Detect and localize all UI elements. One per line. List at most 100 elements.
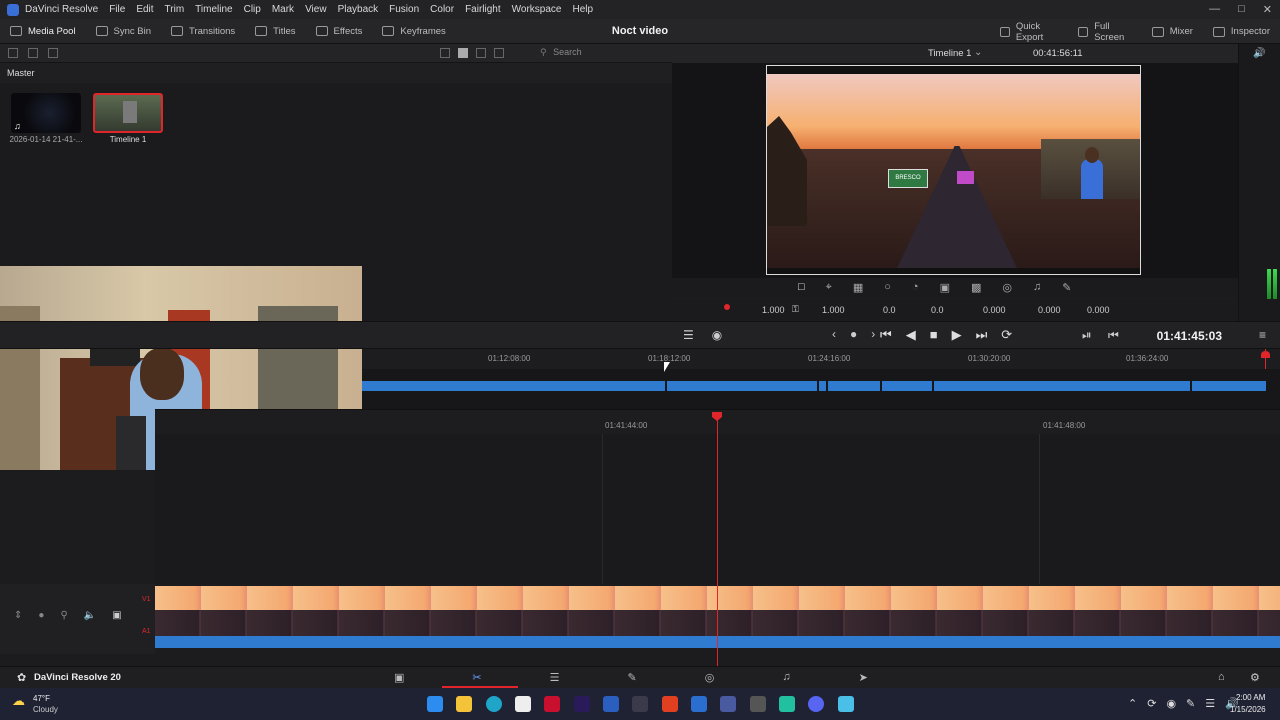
pos-y-value[interactable]: 0.0	[931, 305, 944, 315]
timeline-clip[interactable]	[667, 381, 817, 391]
toolbar-media-pool-button[interactable]: Media Pool	[0, 19, 86, 44]
toolbar-sync-bin-button[interactable]: Sync Bin	[86, 19, 162, 44]
detail-view-icon[interactable]	[494, 48, 504, 58]
clock-date[interactable]: 1/15/2026	[1230, 705, 1266, 714]
monitor-icon[interactable]: ▣	[112, 610, 121, 621]
discord-icon[interactable]	[808, 696, 824, 712]
store-icon[interactable]	[515, 696, 531, 712]
stop-button[interactable]: ■	[930, 327, 938, 343]
speaker-icon[interactable]: 🔈	[84, 610, 96, 621]
folder-app-icon[interactable]	[662, 696, 678, 712]
toolbar-effects-button[interactable]: Effects	[306, 19, 373, 44]
menu-item-color[interactable]: Color	[430, 4, 454, 15]
home-icon[interactable]: ⌂	[1218, 671, 1225, 683]
timeline-clip[interactable]	[882, 381, 932, 391]
bin-name[interactable]: Master	[7, 68, 35, 78]
app-icon[interactable]	[779, 696, 795, 712]
options-icon[interactable]: ≡	[1259, 328, 1266, 342]
clip-thumbnail-timeline[interactable]	[93, 93, 163, 133]
color-page-icon[interactable]: ◎	[705, 671, 715, 684]
fx-icon[interactable]: ✎	[1062, 281, 1071, 294]
edge-icon[interactable]	[486, 696, 502, 712]
word-icon[interactable]	[603, 696, 619, 712]
app-icon[interactable]	[720, 696, 736, 712]
cut-page-icon[interactable]: ✂	[472, 671, 481, 684]
mic-tray-icon[interactable]: ◉	[1166, 697, 1176, 710]
menu-item-timeline[interactable]: Timeline	[195, 4, 232, 15]
minimize-icon[interactable]: —	[1209, 3, 1220, 16]
davinci-taskbar-icon[interactable]	[632, 696, 648, 712]
menu-item-fairlight[interactable]: Fairlight	[465, 4, 501, 15]
menu-item-clip[interactable]: Clip	[244, 4, 261, 15]
track-move-icon[interactable]: ⇕	[14, 610, 22, 621]
bin-icon[interactable]	[48, 48, 58, 58]
file-explorer-icon[interactable]	[456, 696, 472, 712]
import-icon[interactable]	[28, 48, 38, 58]
rotation-value[interactable]: 0.000	[983, 305, 1006, 315]
deliver-page-icon[interactable]: ➤	[859, 671, 868, 684]
prev-edit-button[interactable]: ⏯	[1082, 328, 1092, 343]
app-icon[interactable]	[691, 696, 707, 712]
loop-button[interactable]: ⟳	[1001, 327, 1012, 343]
calculator-icon[interactable]	[750, 696, 766, 712]
clock-time[interactable]: 2:00 AM	[1236, 693, 1265, 702]
toolbar-titles-button[interactable]: Titles	[245, 19, 305, 44]
notepad-icon[interactable]	[838, 696, 854, 712]
chevron-up-icon[interactable]: ⌃	[1128, 697, 1137, 710]
composite-icon[interactable]: ○	[884, 281, 891, 294]
stabilize-icon[interactable]: ▣	[940, 281, 950, 294]
view-icon[interactable]	[8, 48, 18, 58]
clip-thumbnail-recording[interactable]: ♫	[11, 93, 81, 133]
chevron-down-icon[interactable]: ⌄	[974, 47, 982, 58]
menu-item-trim[interactable]: Trim	[165, 4, 185, 15]
timeline-clip[interactable]	[828, 381, 880, 391]
grid-view-icon[interactable]	[458, 48, 468, 58]
go-to-end-button[interactable]: ⏭	[976, 327, 988, 343]
prev-keyframe-icon[interactable]: ‹	[832, 327, 836, 341]
pen-icon[interactable]: ✎	[1186, 697, 1195, 710]
filmstrip-view-icon[interactable]	[476, 48, 486, 58]
lock-icon[interactable]: ⚿	[792, 304, 799, 315]
play-button[interactable]: ▶	[952, 327, 962, 343]
keyframe-icon[interactable]: ●	[850, 327, 857, 341]
pos-x-value[interactable]: 0.0	[883, 305, 896, 315]
crop-icon[interactable]: ⌖	[826, 281, 832, 294]
search-input[interactable]: ⚲ Search	[536, 47, 626, 60]
zoom-x-value[interactable]: 1.000	[762, 305, 785, 315]
transform-icon[interactable]: □	[798, 281, 805, 294]
gear-icon[interactable]: ⚙	[1250, 671, 1260, 684]
list-view-icon[interactable]	[440, 48, 450, 58]
sync-icon[interactable]: ⟳	[1147, 697, 1156, 710]
viewer-timeline-name[interactable]: Timeline 1	[928, 48, 971, 59]
menu-item-mark[interactable]: Mark	[272, 4, 294, 15]
speaker-icon[interactable]: 🔊	[1253, 48, 1265, 59]
toolbar-full-screen-button[interactable]: Full Screen	[1068, 19, 1141, 44]
menu-item-view[interactable]: View	[305, 4, 327, 15]
menu-item-help[interactable]: Help	[572, 4, 593, 15]
lens-icon[interactable]: ▩	[971, 281, 981, 294]
audio-icon[interactable]: ♫	[1033, 281, 1041, 294]
fusion-page-icon[interactable]: ✎	[628, 671, 637, 684]
headphones-icon[interactable]: ⚲	[60, 610, 67, 621]
speed-icon[interactable]: ◔	[912, 281, 919, 294]
media-page-icon[interactable]: ▣	[394, 671, 404, 684]
record-icon[interactable]	[724, 304, 730, 310]
dynamic-zoom-icon[interactable]: ▦	[853, 281, 863, 294]
mic-icon[interactable]: ◉	[712, 328, 722, 342]
upper-ruler[interactable]: 01:12:08:00 01:18:12:00 01:24:16:00 01:3…	[362, 349, 1280, 409]
menu-item-file[interactable]: File	[109, 4, 125, 15]
next-edit-button[interactable]: ⏮	[1108, 328, 1119, 343]
fairlight-page-icon[interactable]: ♫	[782, 671, 790, 684]
zoom-y-value[interactable]: 1.000	[822, 305, 845, 315]
play-reverse-button[interactable]: ◀	[906, 327, 916, 343]
anchor-y-value[interactable]: 0.000	[1087, 305, 1110, 315]
close-icon[interactable]: ✕	[1263, 3, 1272, 16]
toolbar-keyframes-button[interactable]: Keyframes	[372, 19, 455, 44]
toolbar-transitions-button[interactable]: Transitions	[161, 19, 245, 44]
edit-page-icon[interactable]: ☰	[550, 671, 560, 684]
toolbar-mixer-button[interactable]: Mixer	[1142, 19, 1203, 44]
playhead[interactable]	[717, 418, 718, 666]
timeline-clip[interactable]	[362, 381, 665, 391]
toolbar-quick-export-button[interactable]: Quick Export	[990, 19, 1068, 44]
mcafee-icon[interactable]	[544, 696, 560, 712]
